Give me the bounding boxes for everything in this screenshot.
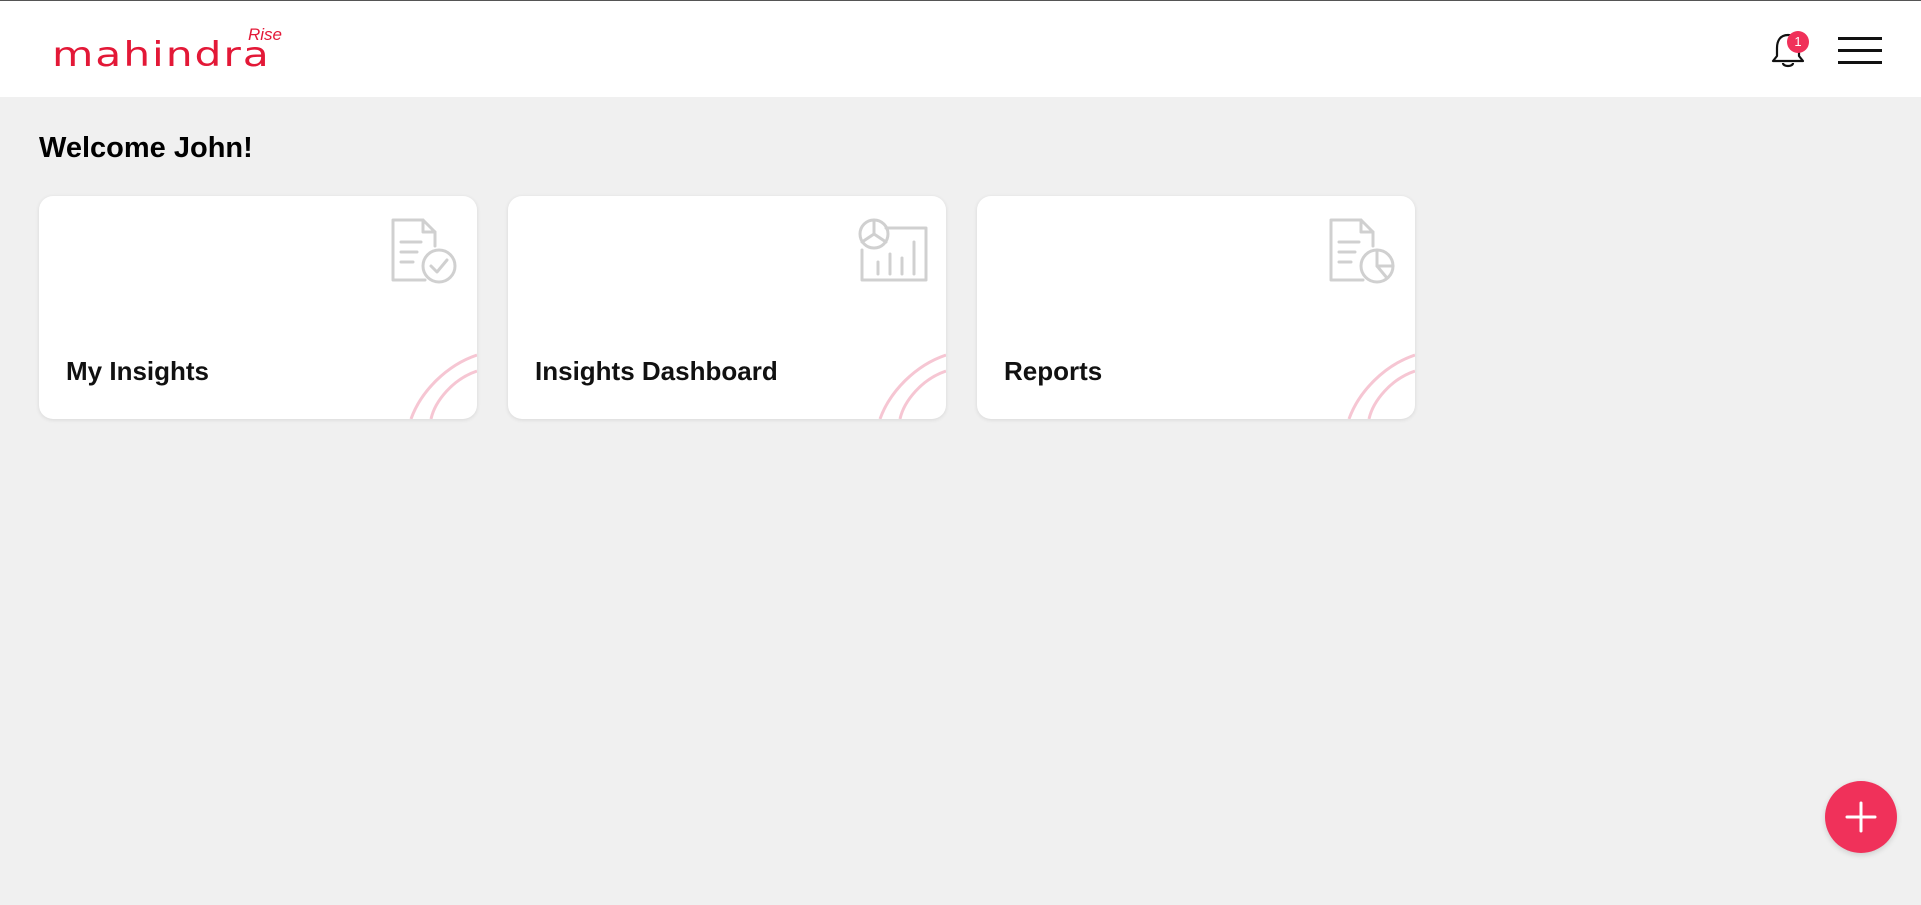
decorative-arc-icon: [1347, 353, 1415, 419]
document-check-icon: [391, 218, 457, 284]
card-title: My Insights: [66, 356, 210, 386]
plus-icon: [1845, 801, 1877, 833]
card-reports[interactable]: Reports: [977, 196, 1415, 419]
decorative-arc-icon: [878, 353, 946, 419]
card-title: Reports: [1004, 356, 1103, 386]
dashboard-chart-icon: [858, 218, 928, 282]
mahindra-rise-logo[interactable]: mahindra Rise: [52, 25, 302, 75]
welcome-heading: Welcome John!: [39, 132, 253, 164]
add-button[interactable]: [1825, 781, 1897, 853]
decorative-arc-icon: [409, 353, 477, 419]
notification-badge: 1: [1787, 31, 1809, 53]
card-insights-dashboard[interactable]: Insights Dashboard: [508, 196, 946, 419]
top-bar: mahindra Rise 1: [0, 1, 1921, 97]
hamburger-menu-icon[interactable]: [1838, 35, 1882, 65]
document-pie-chart-icon: [1329, 218, 1395, 284]
card-my-insights[interactable]: My Insights: [39, 196, 477, 419]
logo-wordmark: mahindra: [52, 35, 271, 75]
card-title: Insights Dashboard: [535, 356, 778, 386]
logo-subscript: Rise: [248, 25, 283, 44]
